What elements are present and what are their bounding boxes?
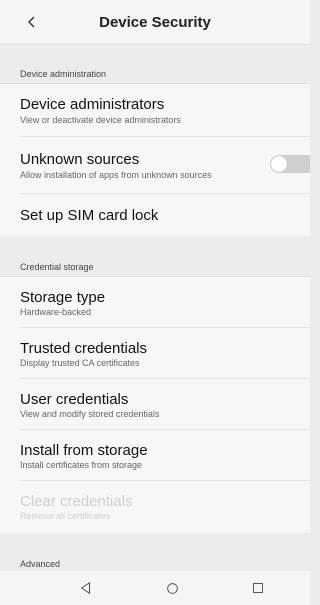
setting-title: User credentials <box>20 391 129 408</box>
section-label: Advanced <box>20 559 61 569</box>
device-security-screen: Device Security Device administration De… <box>0 0 310 605</box>
setting-subtitle: Install certificates from storage <box>20 460 143 470</box>
setting-title: Install from storage <box>20 442 148 459</box>
nav-back-button[interactable] <box>78 580 94 596</box>
setting-user-credentials[interactable]: User credentials View and modify stored … <box>0 379 310 430</box>
setting-title: Set up SIM card lock <box>20 207 159 224</box>
setting-sim-card-lock[interactable]: Set up SIM card lock <box>0 194 310 235</box>
circle-home-icon <box>166 582 178 594</box>
setting-clear-credentials: Clear credentials Remove all certificate… <box>0 481 310 532</box>
setting-subtitle: Display trusted CA certificates <box>20 358 140 368</box>
setting-trusted-credentials[interactable]: Trusted credentials Display trusted CA c… <box>0 328 310 379</box>
setting-install-from-storage[interactable]: Install from storage Install certificate… <box>0 430 310 481</box>
section-header-device-administration: Device administration <box>0 45 310 84</box>
section-label: Credential storage <box>20 262 94 272</box>
setting-subtitle: View and modify stored credentials <box>20 409 160 419</box>
nav-home-button[interactable] <box>164 580 180 596</box>
section-header-advanced: Advanced <box>0 533 310 573</box>
app-bar: Device Security <box>0 0 310 45</box>
section-header-credential-storage: Credential storage <box>0 236 310 277</box>
triangle-back-icon <box>80 581 91 595</box>
square-recents-icon <box>253 583 263 593</box>
nav-recents-button[interactable] <box>250 580 266 596</box>
setting-subtitle: Allow installation of apps from unknown … <box>20 170 212 180</box>
page-title: Device Security <box>99 14 211 31</box>
system-navigation-bar <box>0 571 310 605</box>
setting-device-administrators[interactable]: Device administrators View or deactivate… <box>0 84 310 137</box>
setting-title: Device administrators <box>20 96 165 113</box>
setting-title: Storage type <box>20 289 106 306</box>
setting-subtitle: Hardware-backed <box>20 307 92 317</box>
setting-title: Trusted credentials <box>20 340 148 357</box>
setting-subtitle: Remove all certificates <box>20 511 111 521</box>
setting-subtitle: View or deactivate device administrators <box>20 115 181 125</box>
setting-title: Unknown sources <box>20 151 140 168</box>
unknown-sources-toggle[interactable] <box>270 155 310 173</box>
setting-title: Clear credentials <box>20 493 133 510</box>
setting-unknown-sources[interactable]: Unknown sources Allow installation of ap… <box>0 137 310 194</box>
section-label: Device administration <box>20 69 107 79</box>
setting-storage-type[interactable]: Storage type Hardware-backed <box>0 277 310 328</box>
toggle-knob <box>271 156 287 172</box>
